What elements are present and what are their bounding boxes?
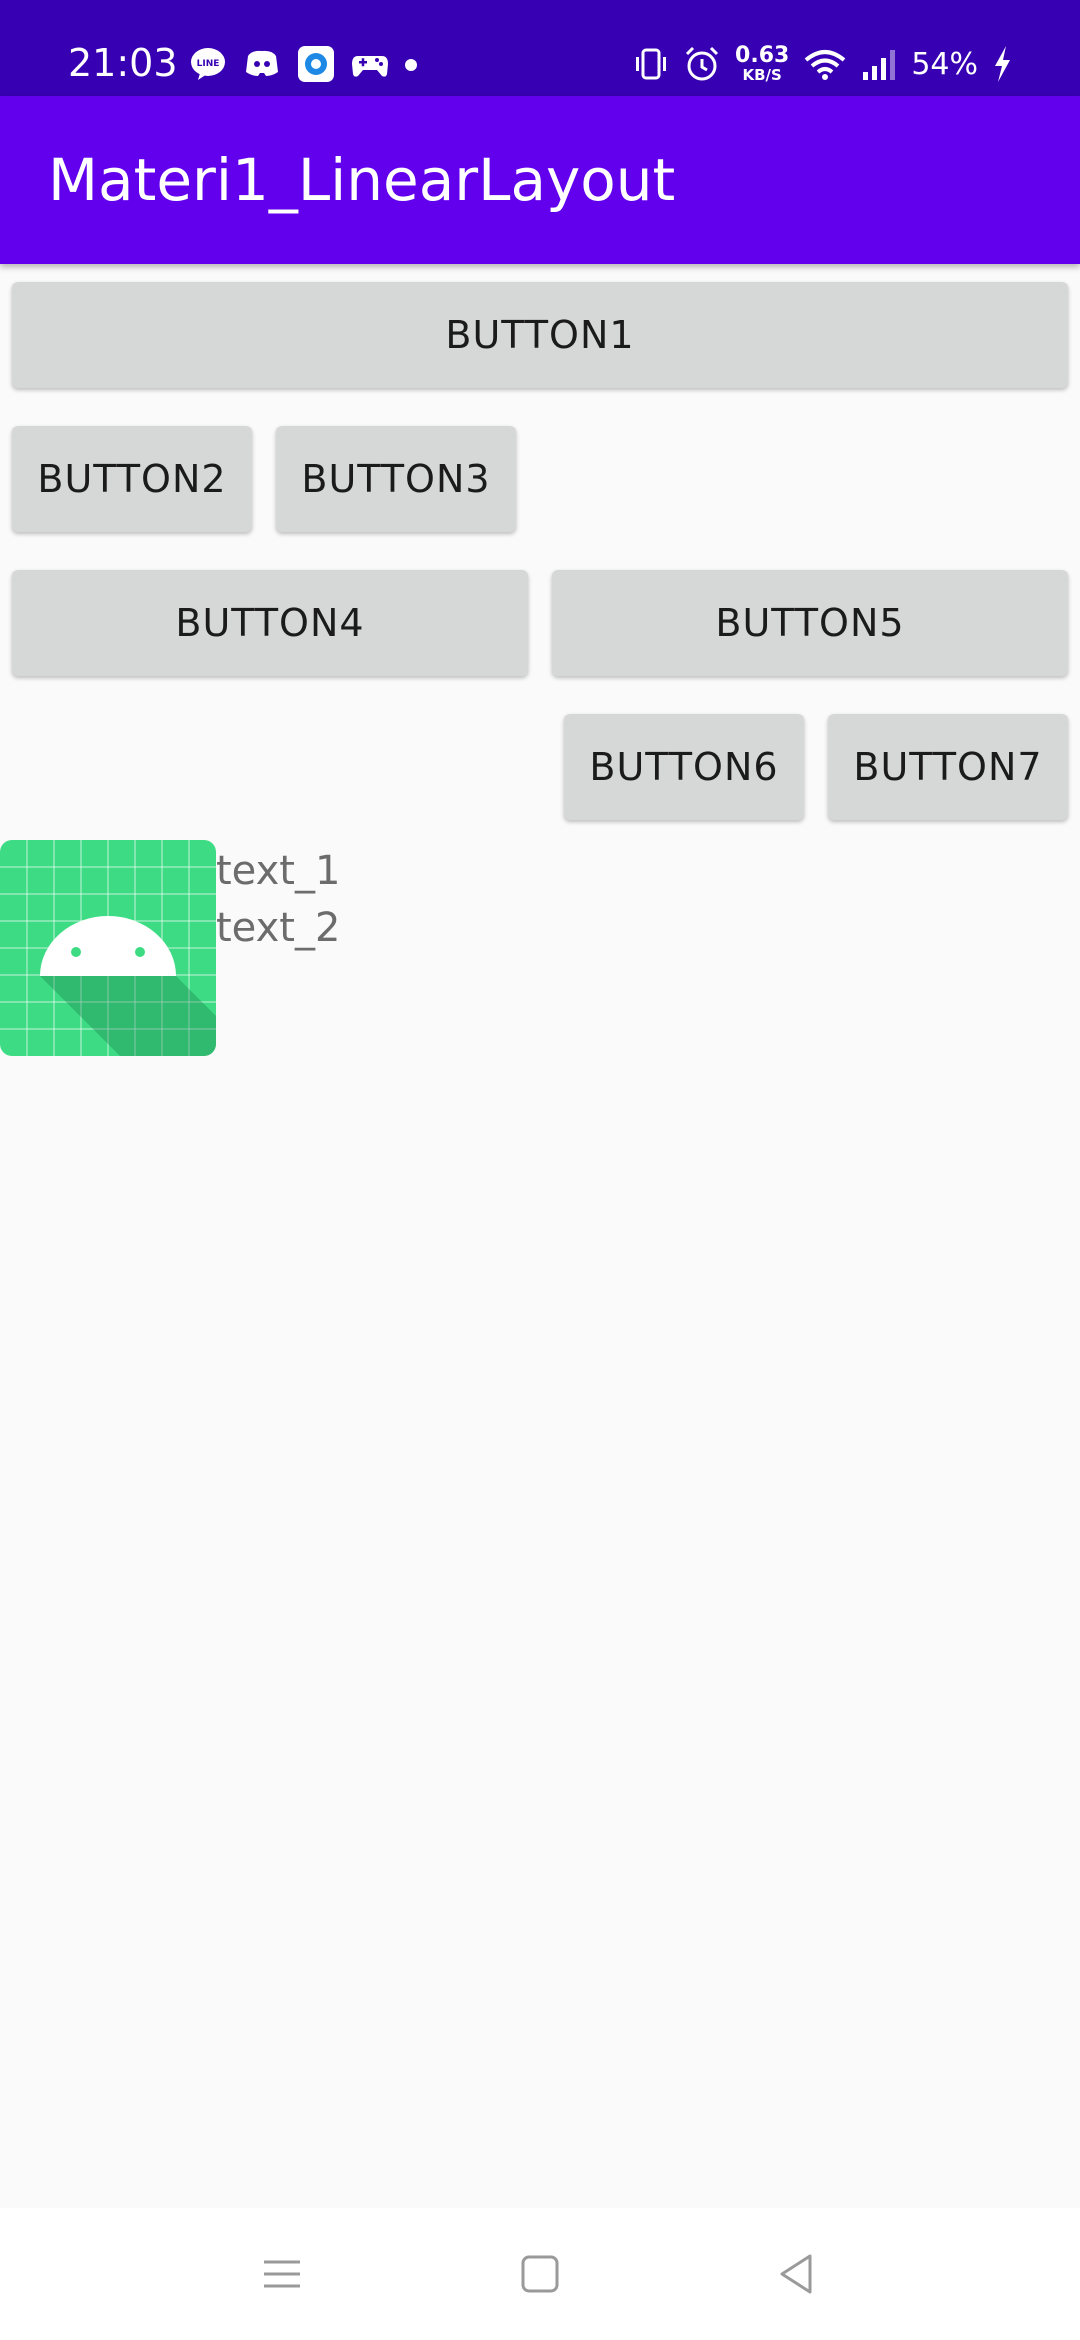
net-speed-value: 0.63 [735,43,790,68]
notification-icons: LINE [188,44,418,84]
button3[interactable]: BUTTON3 [276,426,516,532]
alarm-icon [683,44,721,84]
menu-icon[interactable] [258,2250,306,2298]
system-icons: 0.63 KB/S 54% [633,44,1012,84]
net-speed: 0.63 KB/S [735,45,789,83]
home-icon[interactable] [516,2250,564,2298]
text-2: text_2 [216,905,341,951]
battery-level: 54% [911,46,978,82]
wifi-icon [803,44,847,84]
button5[interactable]: BUTTON5 [552,570,1068,676]
back-icon[interactable] [772,2250,820,2298]
status-bar: 21:03 LINE 0.63 KB/S 54% [0,0,1080,96]
button1[interactable]: BUTTON1 [12,282,1068,388]
signal-icon [861,44,897,84]
status-time: 21:03 [68,41,178,85]
android-launcher-icon [0,840,216,1056]
charging-icon [992,44,1012,84]
app-bar: Materi1_LinearLayout [0,96,1080,264]
browser-icon [296,44,336,84]
navigation-bar [0,2208,1080,2340]
line-icon: LINE [188,44,228,84]
button2[interactable]: BUTTON2 [12,426,252,532]
discord-icon [242,44,282,84]
gamepad-icon [350,44,390,84]
button6[interactable]: BUTTON6 [564,714,804,820]
text-1: text_1 [216,848,341,894]
vibrate-icon [633,44,669,84]
net-speed-unit: KB/S [742,66,782,84]
dot-icon [404,44,418,84]
button4[interactable]: BUTTON4 [12,570,528,676]
app-title: Materi1_LinearLayout [48,146,676,214]
button7[interactable]: BUTTON7 [828,714,1068,820]
svg-text:LINE: LINE [197,59,220,69]
